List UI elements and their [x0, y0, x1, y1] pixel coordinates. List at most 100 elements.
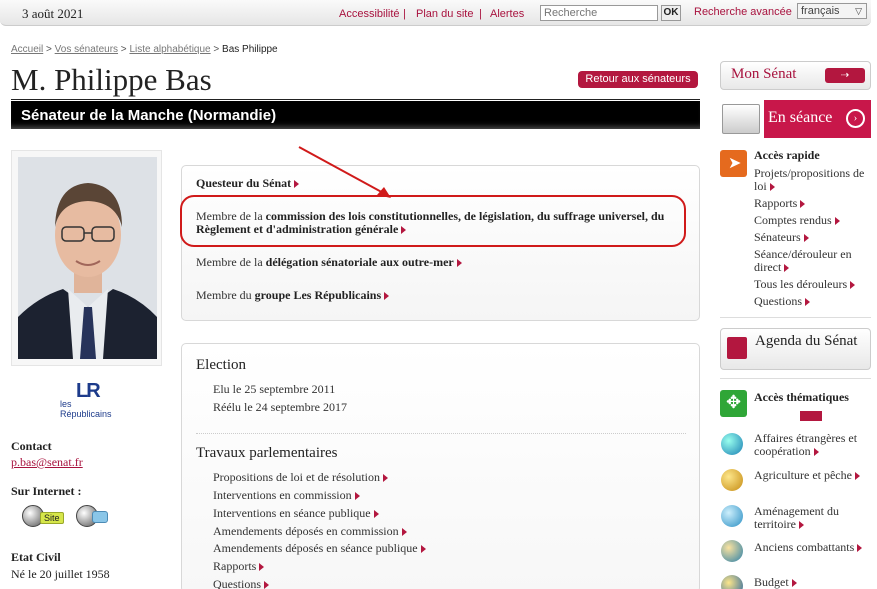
- senator-photo: [11, 150, 162, 366]
- travaux-item[interactable]: Rapports: [213, 559, 265, 574]
- role-group-label: groupe Les Républicains: [254, 288, 382, 302]
- collapse-icon[interactable]: [800, 411, 822, 421]
- rapide-link-label: Tous les dérouleurs: [754, 277, 848, 291]
- breadcrumb: Accueil > Vos sénateurs > Liste alphabét…: [11, 44, 278, 55]
- rapide-link-label: Séance/dérouleur en direct: [754, 247, 852, 274]
- sitemap-link[interactable]: Plan du site: [416, 8, 473, 20]
- role-delegation[interactable]: Membre de la délégation sénatoriale aux …: [196, 256, 462, 269]
- breadcrumb-senators[interactable]: Vos sénateurs: [55, 44, 118, 55]
- election-line: Réélu le 24 septembre 2017: [213, 400, 347, 414]
- compass-icon: [721, 505, 743, 527]
- rapide-link[interactable]: Rapports: [754, 197, 806, 210]
- travaux-item[interactable]: Amendements déposés en commission: [213, 524, 407, 539]
- arrow-right-icon: [420, 545, 426, 554]
- arrow-right-icon: [384, 292, 390, 301]
- alerts-link[interactable]: Alertes: [490, 8, 524, 20]
- rapide-link[interactable]: Tous les dérouleurs: [754, 277, 856, 291]
- language-value: français: [801, 5, 840, 17]
- rapide-link[interactable]: Questions: [754, 295, 810, 308]
- rapide-link[interactable]: Sénateurs: [754, 231, 809, 244]
- rapide-link[interactable]: Projets/propositions de loi: [754, 167, 866, 193]
- breadcrumb-home[interactable]: Accueil: [11, 44, 43, 55]
- rapide-link-label: Sénateurs: [754, 230, 801, 244]
- email-link[interactable]: p.bas@senat.fr: [11, 455, 83, 470]
- arrow-right-icon: [834, 217, 840, 226]
- travaux-item[interactable]: Questions: [213, 577, 269, 589]
- chat-icon: [92, 511, 108, 523]
- travaux-item[interactable]: Amendements déposés en séance publique: [213, 541, 426, 556]
- search-ok-button[interactable]: OK: [661, 5, 681, 21]
- rapide-link-label: Questions: [754, 294, 802, 308]
- arrow-right-icon: [383, 474, 388, 483]
- divider: [720, 378, 871, 379]
- internet-label: Sur Internet :: [11, 484, 82, 498]
- arrow-right-icon: [813, 448, 819, 457]
- arrow-right-icon: [264, 581, 269, 589]
- rapide-link[interactable]: Comptes rendus: [754, 214, 840, 227]
- travaux-item[interactable]: Propositions de loi et de résolution: [213, 470, 388, 485]
- chevron-down-icon: ▽: [855, 6, 862, 16]
- theme-link-label: Anciens combattants: [754, 540, 855, 554]
- travaux-item[interactable]: Interventions en séance publique: [213, 506, 379, 521]
- travaux-item-label: Amendements déposés en séance publique: [213, 541, 418, 555]
- arrow-right-icon: [401, 528, 407, 537]
- en-seance-label: En séance: [768, 109, 833, 126]
- mon-senat-label: Mon Sénat: [731, 66, 797, 82]
- language-select[interactable]: français ▽: [797, 3, 867, 19]
- agenda-label: Agenda du Sénat: [755, 333, 858, 349]
- search-input[interactable]: [540, 5, 658, 21]
- theme-link[interactable]: Agriculture et pêche: [754, 469, 860, 482]
- arrow-right-icon: [456, 259, 462, 268]
- globe-icon: [721, 433, 743, 455]
- grid-icon: ✥: [720, 390, 747, 417]
- party-logo-line2: Républicains: [60, 409, 112, 419]
- medal-icon: [721, 540, 743, 562]
- arrow-right-icon: [857, 544, 863, 553]
- arrow-right-icon: [800, 200, 806, 209]
- arrow-right-icon: [791, 579, 797, 588]
- theme-link-label: Affaires étrangères et coopération: [754, 431, 858, 458]
- arrow-right-icon: [354, 492, 360, 501]
- rapide-link[interactable]: Séance/dérouleur en direct: [754, 248, 866, 274]
- separator: |: [403, 8, 406, 20]
- role-delegation-prefix: Membre de la: [196, 255, 266, 269]
- annotation-arrow: [298, 146, 391, 198]
- arrow-right-icon: [798, 521, 804, 530]
- travaux-item-label: Questions: [213, 577, 261, 589]
- theme-link-label: Agriculture et pêche: [754, 468, 852, 482]
- cursor-icon: ➤: [720, 150, 747, 177]
- rapide-link-label: Comptes rendus: [754, 213, 832, 227]
- site-badge: Site: [40, 512, 64, 524]
- en-seance-panel: En séance ›: [764, 100, 871, 138]
- en-seance-button[interactable]: En séance ›: [720, 100, 871, 138]
- breadcrumb-alphabetical[interactable]: Liste alphabétique: [129, 44, 210, 55]
- website-button[interactable]: Site: [22, 503, 66, 531]
- theme-link-label: Aménagement du territoire: [754, 504, 839, 531]
- annotation-oval: [180, 195, 686, 247]
- theme-link[interactable]: Budget: [754, 576, 797, 589]
- party-logo[interactable]: LR les Républicains: [58, 380, 118, 424]
- arrow-right-icon: [805, 298, 810, 307]
- page-title: M. Philippe Bas: [11, 62, 212, 97]
- travaux-heading: Travaux parlementaires: [196, 445, 338, 461]
- role-questeur[interactable]: Questeur du Sénat: [196, 177, 300, 190]
- theme-link[interactable]: Anciens combattants: [754, 540, 863, 554]
- breadcrumb-current: Bas Philippe: [222, 44, 278, 55]
- mon-senat-button[interactable]: Mon Sénat ⇢: [720, 61, 871, 90]
- arrow-right-icon: [803, 234, 809, 243]
- theme-link-label: Budget: [754, 575, 789, 589]
- role-group[interactable]: Membre du groupe Les Républicains: [196, 288, 390, 302]
- circle-arrow-icon: ›: [846, 109, 865, 128]
- contact-label: Contact: [11, 439, 52, 453]
- social-link-button[interactable]: [76, 503, 112, 531]
- arrow-right-icon: [784, 264, 790, 273]
- divider: [11, 99, 700, 100]
- back-to-senators-button[interactable]: Retour aux sénateurs: [578, 71, 698, 88]
- theme-link[interactable]: Aménagement du territoire: [754, 505, 866, 531]
- agenda-button[interactable]: Agenda du Sénat: [720, 328, 871, 370]
- accessibility-link[interactable]: Accessibilité: [339, 8, 400, 20]
- theme-link[interactable]: Affaires étrangères et coopération: [754, 432, 866, 458]
- travaux-item[interactable]: Interventions en commission: [213, 488, 360, 503]
- advanced-search-link[interactable]: Recherche avancée: [694, 6, 792, 18]
- role-group-prefix: Membre du: [196, 288, 255, 302]
